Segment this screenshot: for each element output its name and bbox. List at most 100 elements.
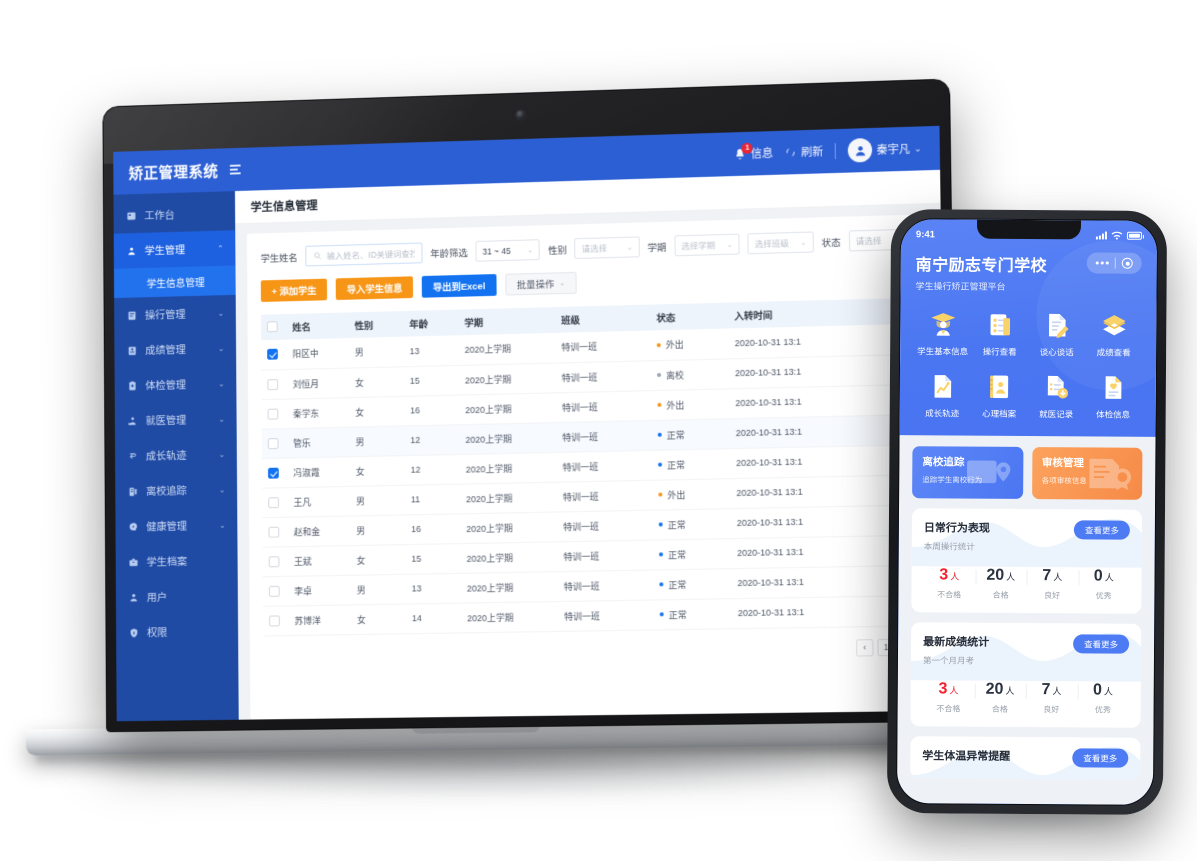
row-checkbox-cell[interactable] (262, 457, 288, 488)
cell-age: 16 (405, 513, 461, 545)
sidebar-item-2[interactable]: 操行管理 ⌄ (114, 295, 236, 333)
view-more-button[interactable]: 查看更多 (1072, 748, 1129, 768)
location-card-icon (965, 455, 1017, 496)
sidebar-item-9[interactable]: 学生档案 (116, 542, 238, 580)
sidebar-item-1[interactable]: 学生管理 ⌃ (113, 230, 236, 269)
action-button-label: + 添加学生 (271, 285, 317, 298)
chevron-icon: ⌄ (219, 520, 226, 530)
mobile-menu-item-0[interactable]: 学生基本信息 (915, 309, 970, 357)
refresh-button[interactable]: 刷新 (785, 143, 823, 160)
filter-select-value: 31 ~ 45 (482, 245, 511, 257)
cell-class: 特训一班 (557, 539, 654, 572)
mobile-feature-card-1[interactable]: 审核管理 各项审核信息 (1031, 447, 1143, 500)
row-checkbox[interactable] (267, 348, 278, 361)
mobile-menu-item-4[interactable]: 成长轨迹 (915, 371, 970, 419)
sidebar-subitem-student-info[interactable]: 学生信息管理 (113, 265, 236, 299)
search-input[interactable]: 输入姓名、ID关键词查找 (305, 242, 423, 267)
hamburger-icon[interactable] (229, 164, 241, 175)
row-checkbox[interactable] (268, 467, 279, 479)
cell-name: 秦学东 (286, 397, 350, 429)
filter-select-3[interactable]: 选择学期 ⌄ (674, 233, 740, 257)
laptop-screen: 矫正管理系统 1 信息 刷新 秦宇凡 ⌄ 工作台 学生管理 ⌃ 学生信息管理 操… (113, 125, 948, 722)
sidebar-item-3[interactable]: 成绩管理 ⌄ (114, 330, 236, 368)
cell-status: 正常 (652, 538, 732, 570)
row-checkbox-cell[interactable] (261, 428, 288, 459)
sidebar-item-label: 成绩管理 (145, 343, 186, 357)
score-icon (126, 345, 138, 356)
cell-term: 2020上学期 (461, 601, 559, 633)
stat-label: 不合格 (936, 704, 961, 714)
action-button-2[interactable]: 导出到Excel (421, 274, 497, 298)
topbar-divider (835, 143, 837, 160)
table-column-header-4: 学期 (458, 307, 556, 336)
mobile-menu-item-7[interactable]: 体检信息 (1086, 372, 1141, 420)
sidebar-item-6[interactable]: 成长轨迹 ⌄ (115, 436, 237, 474)
mobile-menu-item-3[interactable]: 成绩查看 (1086, 310, 1141, 358)
status-dot (658, 522, 663, 527)
cell-class: 特训一班 (557, 569, 654, 602)
cell-class: 特训一班 (555, 360, 652, 393)
filter-label-0: 学生姓名 (260, 252, 298, 265)
mobile-menu-label: 操行查看 (982, 346, 1017, 357)
sidebar-item-4[interactable]: 体检管理 ⌄ (115, 365, 237, 403)
mobile-menu-item-1[interactable]: 操行查看 (972, 310, 1027, 358)
mini-program-capsule[interactable] (1086, 252, 1142, 274)
sidebar-item-0[interactable]: 工作台 (114, 195, 236, 234)
stat-card-title: 日常行为表现 (923, 522, 990, 535)
pagination-prev[interactable]: ‹ (856, 638, 874, 657)
row-checkbox[interactable] (268, 526, 280, 538)
stat-unit: 人 (1104, 572, 1114, 583)
mobile-feature-card-0[interactable]: 离校追踪 追踪学生离校行为 (912, 446, 1023, 499)
row-checkbox-cell[interactable] (262, 516, 289, 547)
sidebar-item-10[interactable]: 用户 (116, 578, 238, 615)
laptop-device: 矫正管理系统 1 信息 刷新 秦宇凡 ⌄ 工作台 学生管理 ⌃ 学生信息管理 操… (102, 78, 959, 733)
row-checkbox-cell[interactable] (262, 546, 289, 577)
mobile-menu-label: 谈心谈话 (1039, 347, 1074, 358)
row-checkbox[interactable] (268, 555, 280, 567)
more-dots-icon[interactable] (1095, 261, 1109, 265)
action-button-3[interactable]: 批量操作 ⌄ (504, 271, 578, 296)
action-button-bar: + 添加学生 导入学生信息 导出到Excel 批量操作 ⌄ (260, 263, 915, 302)
view-more-button[interactable]: 查看更多 (1072, 634, 1130, 654)
messages-button[interactable]: 1 信息 (734, 142, 773, 162)
sidebar-item-label: 学生档案 (146, 555, 188, 569)
row-checkbox-cell[interactable] (262, 575, 289, 606)
mobile-menu-item-5[interactable]: 心理档案 (972, 372, 1027, 420)
row-checkbox[interactable] (267, 408, 279, 420)
health-report-icon (1098, 372, 1128, 402)
row-checkbox[interactable] (267, 378, 279, 390)
cell-class: 特训一班 (555, 330, 651, 363)
user-menu[interactable]: 秦宇凡 ⌄ (848, 136, 922, 163)
row-checkbox-cell[interactable] (261, 339, 287, 370)
mobile-menu-item-6[interactable]: 就医记录 (1029, 372, 1084, 420)
row-checkbox[interactable] (267, 437, 279, 449)
row-checkbox[interactable] (268, 585, 280, 597)
row-checkbox-cell[interactable] (262, 487, 288, 518)
row-checkbox[interactable] (268, 496, 280, 508)
sidebar-item-11[interactable]: 权限 (116, 613, 238, 650)
row-checkbox-cell[interactable] (261, 398, 288, 429)
filter-select-4[interactable]: 选择班级 ⌄ (747, 231, 814, 255)
sidebar-item-7[interactable]: 离校追踪 ⌄ (115, 471, 237, 509)
action-button-1[interactable]: 导入学生信息 (335, 276, 414, 301)
filter-label-1: 年龄筛选 (430, 247, 468, 260)
row-checkbox-cell[interactable] (263, 605, 289, 636)
filter-select-value: 选择班级 (754, 237, 789, 249)
mobile-menu-item-2[interactable]: 谈心谈话 (1029, 310, 1084, 358)
filter-select-2[interactable]: 请选择 ⌄ (574, 236, 640, 260)
sidebar-item-8[interactable]: 健康管理 ⌄ (115, 507, 237, 545)
target-circle-icon[interactable] (1121, 257, 1133, 269)
refresh-label: 刷新 (800, 146, 824, 160)
avatar (848, 137, 873, 163)
cell-entry-time: 2020-10-31 13:1 (728, 323, 917, 359)
action-button-0[interactable]: + 添加学生 (260, 278, 328, 302)
row-checkbox[interactable] (269, 615, 280, 627)
stat-card-subtitle: 本周操行统计 (923, 541, 975, 552)
view-more-button[interactable]: 查看更多 (1073, 520, 1130, 540)
select-all-checkbox[interactable] (266, 321, 278, 333)
sidebar-item-5[interactable]: 就医管理 ⌄ (115, 401, 237, 439)
filter-select-1[interactable]: 31 ~ 45 ⌄ (475, 239, 541, 262)
table-column-header-1: 姓名 (286, 312, 349, 340)
row-checkbox-cell[interactable] (261, 369, 287, 400)
table-body: 阳区中男 13 2020上学期 特训一班 外出 2020-10-31 13:1 刘恒月女 15… (261, 323, 920, 636)
